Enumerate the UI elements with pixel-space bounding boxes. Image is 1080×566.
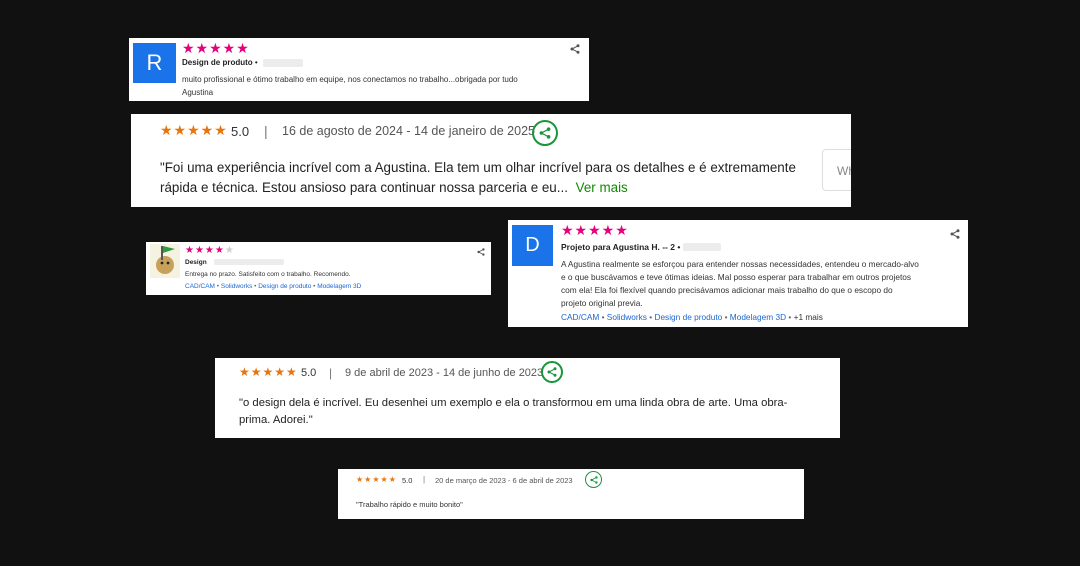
tag-separator: •: [601, 312, 605, 322]
review-text-line-3: com ela! Ela foi flexível quando precisá…: [561, 285, 893, 295]
share-icon[interactable]: [570, 44, 580, 54]
tag-separator: •: [216, 283, 220, 290]
tag-separator: •: [254, 283, 257, 290]
avatar-letter: D: [525, 234, 540, 256]
review-category: Design: [185, 259, 207, 266]
review-text-line-1: "o design dela é incrível. Eu desenhei u…: [239, 397, 788, 409]
blurred-name: [214, 259, 284, 265]
see-more-link[interactable]: Ver mais: [576, 180, 628, 195]
review-card-4: D ★★★★★ Projeto para Agustina H. -- 2 • …: [508, 220, 968, 327]
star-rating: ★★★★★: [561, 222, 629, 238]
tag-cad-cam[interactable]: CAD/CAM: [185, 283, 215, 290]
category-dot: •: [254, 58, 258, 67]
tag-modelagem-3d[interactable]: Modelagem 3D: [317, 283, 361, 290]
blurred-name: [263, 59, 303, 67]
star-empty: ★: [224, 245, 234, 256]
separator: |: [329, 366, 333, 380]
share-button[interactable]: [585, 471, 602, 488]
reviewer-avatar: R: [133, 43, 176, 83]
stars-filled: ★★★★: [185, 245, 225, 256]
share-icon[interactable]: [477, 248, 485, 256]
share-icon: [539, 127, 551, 139]
review-card-2: ★★★★★ 5.0 | 16 de agosto de 2024 - 14 de…: [131, 114, 851, 207]
review-dates: 20 de março de 2023 - 6 de abril de 2023: [435, 476, 573, 485]
tag-design-de-produto[interactable]: Design de produto: [258, 283, 311, 290]
share-icon: [589, 475, 598, 484]
tag-separator: •: [788, 312, 792, 322]
review-card-1: R ★★★★★ Design de produto • muito profis…: [129, 38, 589, 101]
star-rating: ★★★★★: [160, 122, 228, 138]
review-text-line-2: e o que buscávamos e teve ótimas ideias.…: [561, 272, 912, 282]
tag-separator: •: [649, 312, 653, 322]
avatar-letter: R: [146, 50, 163, 75]
review-text-line-2: rápida e técnica. Estou ansioso para con…: [160, 180, 628, 195]
review-text: muito profissional e ótimo trabalho em e…: [182, 75, 518, 84]
review-category: Design de produto •: [182, 58, 258, 67]
tag-cad-cam[interactable]: CAD/CAM: [561, 312, 599, 322]
reviewer-avatar: D: [512, 225, 553, 266]
review-title: Projeto para Agustina H. -- 2 •: [561, 242, 681, 252]
share-button[interactable]: [532, 120, 558, 146]
review-dates: 9 de abril de 2023 - 14 de junho de 2023: [345, 367, 544, 379]
review-card-5: ★★★★★ 5.0 | 9 de abril de 2023 - 14 de j…: [215, 358, 840, 438]
review-text-line-1: A Agustina realmente se esforçou para en…: [561, 259, 919, 269]
more-tags[interactable]: +1 mais: [794, 312, 823, 322]
adjacent-card: Wh: [822, 149, 851, 191]
reviewer-avatar: [150, 244, 180, 278]
rating-score: 5.0: [402, 476, 413, 485]
review-dates: 16 de agosto de 2024 - 14 de janeiro de …: [282, 124, 535, 138]
tag-design-de-produto[interactable]: Design de produto: [654, 312, 722, 322]
tag-solidworks[interactable]: Solidworks: [607, 312, 647, 322]
category-label: Design de produto: [182, 58, 253, 67]
star-rating: ★★★★★: [356, 475, 397, 484]
review-text-line-2: prima. Adorei.": [239, 414, 313, 426]
skill-tags: CAD/CAM • Solidworks • Design de produto…: [185, 283, 361, 290]
tag-separator: •: [724, 312, 728, 322]
tag-solidworks[interactable]: Solidworks: [221, 283, 252, 290]
blurred-name: [683, 243, 721, 251]
separator: |: [264, 123, 268, 139]
share-icon[interactable]: [950, 229, 960, 239]
adjacent-card-text: Wh: [837, 164, 851, 178]
review-text: Entrega no prazo. Satisfeito com o traba…: [185, 271, 351, 278]
review-text-line-2-text: rápida e técnica. Estou ansioso para con…: [160, 180, 568, 195]
star-rating: ★★★★★: [239, 365, 298, 379]
review-signature: Agustina: [182, 88, 214, 97]
review-text: "Trabalho rápido e muito bonito": [356, 500, 463, 509]
review-text-line-4: projeto original previa.: [561, 298, 643, 308]
tag-separator: •: [313, 283, 316, 290]
star-rating: ★★★★★: [182, 40, 250, 56]
share-button[interactable]: [541, 361, 563, 383]
star-rating: ★★★★★: [185, 245, 234, 256]
skill-tags: CAD/CAM • Solidworks • Design de produto…: [561, 312, 823, 322]
separator: |: [423, 475, 426, 484]
rating-score: 5.0: [231, 124, 250, 139]
rating-score: 5.0: [301, 367, 317, 379]
share-icon: [547, 367, 557, 377]
tag-modelagem-3d[interactable]: Modelagem 3D: [730, 312, 786, 322]
review-card-6: ★★★★★ 5.0 | 20 de março de 2023 - 6 de a…: [338, 469, 804, 519]
review-card-3: ★★★★★ Design Entrega no prazo. Satisfeit…: [146, 242, 491, 295]
review-text-line-1: "Foi uma experiência incrível com a Agus…: [160, 160, 796, 175]
